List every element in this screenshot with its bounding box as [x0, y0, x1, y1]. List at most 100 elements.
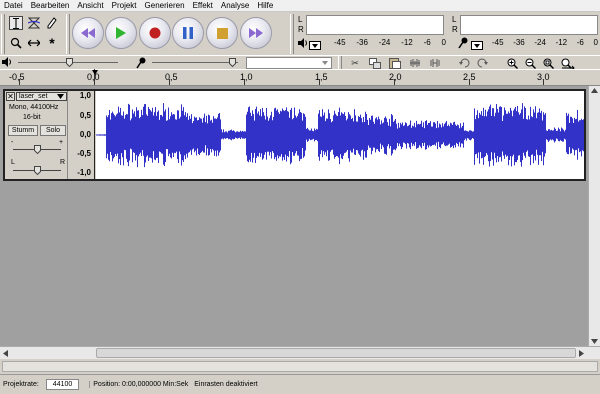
meter-scale-label: -36: [356, 38, 368, 47]
timeline-tick: [169, 79, 170, 85]
selection-bar: [0, 359, 600, 374]
playback-meter-right-label: R: [298, 25, 304, 34]
meter-toolbar: L R -45 -36 -24 -12 -6 0 L R -45 -36 -24…: [296, 14, 600, 54]
menu-generieren[interactable]: Generieren: [141, 0, 189, 12]
redo-icon[interactable]: [474, 56, 490, 70]
vertical-scrollbar[interactable]: [588, 86, 600, 346]
meter-scale-label: -36: [513, 38, 525, 47]
horizontal-scrollbar[interactable]: [0, 346, 600, 359]
fit-selection-icon[interactable]: [540, 56, 556, 70]
horizontal-scroll-thumb[interactable]: [96, 348, 576, 358]
timeline-ruler[interactable]: -0,5 0,0 0,5 1,0 1,5 2,0 2,5 3,0: [0, 69, 600, 86]
chevron-down-icon: [57, 94, 64, 99]
close-track-button[interactable]: ✕: [6, 92, 15, 101]
menu-projekt[interactable]: Projekt: [108, 0, 141, 12]
scroll-up-icon[interactable]: [591, 88, 598, 93]
skip-start-icon: [81, 28, 95, 38]
menu-analyse[interactable]: Analyse: [217, 0, 253, 12]
toolbar-grip[interactable]: [290, 14, 294, 54]
vertical-ruler[interactable]: 1,0 0,5 0,0 -0,5 -1,0: [69, 91, 95, 179]
project-rate-select[interactable]: 44100: [45, 379, 80, 390]
gain-plus-label: +: [59, 139, 64, 146]
amplitude-label: 0,0: [79, 130, 91, 139]
menu-bearbeiten[interactable]: Bearbeiten: [27, 0, 74, 12]
envelope-icon[interactable]: [27, 16, 41, 30]
skip-end-icon: [249, 28, 263, 38]
skip-to-end-button[interactable]: [240, 17, 272, 49]
record-button[interactable]: [139, 17, 171, 49]
menu-bar: Datei Bearbeiten Ansicht Projekt Generie…: [0, 0, 600, 12]
track-bitdepth: 16-bit: [23, 114, 41, 121]
project-area[interactable]: ✕ laser_set Mono, 44100Hz 16-bit Stumm S…: [0, 86, 600, 346]
mixer-edit-toolbar-row: ✂: [0, 55, 600, 70]
cut-icon[interactable]: ✂: [347, 56, 363, 70]
solo-button[interactable]: Solo: [40, 125, 66, 136]
ibeam-icon[interactable]: [9, 16, 23, 30]
menu-hilfe[interactable]: Hilfe: [253, 0, 277, 12]
status-bar: Projektrate: 44100 Position: 0:00,000000…: [0, 374, 600, 394]
undo-icon[interactable]: [456, 56, 472, 70]
timeline-tick: [19, 79, 20, 85]
pan-slider-thumb[interactable]: [34, 166, 41, 176]
amplitude-label: -1,0: [77, 168, 91, 177]
timeline-tick: [244, 79, 245, 85]
menu-effekt[interactable]: Effekt: [189, 0, 217, 12]
silence-icon[interactable]: [427, 56, 443, 70]
meter-scale-label: -45: [334, 38, 346, 47]
input-volume-slider[interactable]: [152, 62, 238, 63]
speaker-icon[interactable]: [298, 38, 308, 50]
menu-datei[interactable]: Datei: [0, 0, 27, 12]
record-meter-dropdown[interactable]: [471, 41, 483, 50]
zoom-in-icon[interactable]: [504, 56, 520, 70]
input-volume-thumb[interactable]: [229, 58, 236, 68]
meter-scale-label: -45: [492, 38, 504, 47]
meter-scale-label: -12: [555, 38, 568, 47]
gain-minus-label: -: [11, 139, 14, 146]
zoom-icon[interactable]: [9, 36, 23, 50]
track-name-menu[interactable]: laser_set: [16, 92, 67, 101]
timeline-tick: [394, 79, 395, 85]
playback-meter-dropdown[interactable]: [309, 41, 321, 50]
output-volume-thumb[interactable]: [66, 58, 73, 68]
play-button[interactable]: [105, 17, 137, 49]
timeline-label: 1,0: [240, 72, 253, 82]
mute-button[interactable]: Stumm: [8, 125, 38, 136]
play-icon: [116, 27, 126, 39]
audio-track[interactable]: ✕ laser_set Mono, 44100Hz 16-bit Stumm S…: [3, 89, 586, 181]
toolbar-grip[interactable]: [1, 14, 5, 54]
scroll-down-icon[interactable]: [591, 339, 598, 344]
paste-icon[interactable]: [387, 56, 403, 70]
playback-meter-scale: -45 -36 -24 -12 -6 0: [334, 38, 446, 47]
amplitude-label: 0,5: [79, 111, 91, 120]
project-rate-label: Projektrate:: [3, 381, 39, 388]
scroll-right-icon[interactable]: [579, 350, 584, 357]
menu-ansicht[interactable]: Ansicht: [73, 0, 107, 12]
toolbar-grip[interactable]: [66, 14, 70, 54]
skip-to-start-button[interactable]: [72, 17, 104, 49]
pause-button[interactable]: [172, 17, 204, 49]
playback-meter[interactable]: [306, 15, 444, 35]
playback-meter-left-label: L: [298, 15, 303, 24]
record-icon: [149, 27, 161, 39]
scroll-left-icon[interactable]: [3, 350, 8, 357]
timeshift-icon[interactable]: [27, 36, 41, 50]
amplitude-label: 1,0: [79, 91, 91, 100]
copy-icon[interactable]: [367, 56, 383, 70]
meter-scale-label: -24: [378, 38, 391, 47]
microphone-icon[interactable]: [458, 37, 468, 51]
pencil-icon[interactable]: [45, 16, 59, 30]
zoom-out-icon[interactable]: [522, 56, 538, 70]
timeline-label: 1,5: [315, 72, 328, 82]
meter-scale-label: -24: [534, 38, 546, 47]
meter-scale-label: -6: [423, 38, 431, 47]
toolbar-grip[interactable]: [338, 56, 342, 70]
input-source-select[interactable]: [246, 57, 332, 69]
output-volume-icon: [2, 57, 12, 69]
waveform-display[interactable]: [96, 91, 584, 179]
stop-button[interactable]: [206, 17, 238, 49]
record-meter[interactable]: [460, 15, 598, 35]
fit-project-icon[interactable]: [560, 56, 576, 70]
trim-icon[interactable]: [407, 56, 423, 70]
gain-slider-thumb[interactable]: [34, 145, 41, 155]
multi-tool-icon[interactable]: *: [45, 36, 59, 50]
